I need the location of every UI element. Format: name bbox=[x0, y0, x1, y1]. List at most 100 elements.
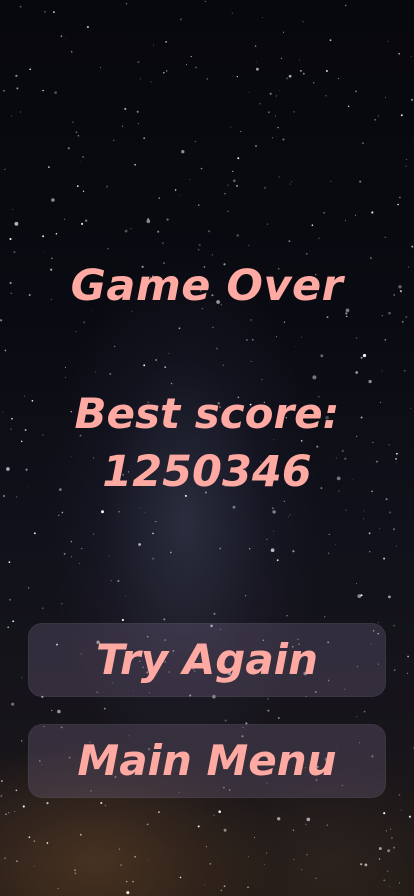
star bbox=[247, 886, 249, 889]
star bbox=[356, 716, 358, 718]
star bbox=[63, 218, 66, 220]
star bbox=[230, 126, 232, 128]
star bbox=[1, 794, 3, 796]
star bbox=[126, 891, 130, 895]
star bbox=[189, 179, 191, 181]
star bbox=[16, 860, 18, 862]
star bbox=[305, 823, 307, 825]
star bbox=[306, 853, 308, 856]
star bbox=[325, 70, 328, 72]
star bbox=[266, 852, 267, 854]
star bbox=[302, 21, 304, 23]
star bbox=[51, 198, 55, 202]
star bbox=[345, 509, 347, 511]
star bbox=[144, 511, 146, 513]
star bbox=[185, 64, 188, 66]
star bbox=[75, 331, 77, 332]
star bbox=[67, 147, 70, 150]
star bbox=[12, 209, 14, 210]
star bbox=[389, 511, 392, 514]
star bbox=[360, 594, 363, 597]
star bbox=[385, 96, 387, 98]
star bbox=[288, 515, 289, 517]
star bbox=[385, 830, 388, 832]
star bbox=[283, 321, 286, 323]
star bbox=[379, 527, 381, 529]
star bbox=[212, 326, 214, 329]
star bbox=[208, 230, 211, 233]
star bbox=[393, 624, 395, 627]
star bbox=[146, 219, 151, 224]
star bbox=[58, 514, 60, 517]
star bbox=[227, 210, 229, 212]
star bbox=[21, 676, 23, 678]
star bbox=[272, 510, 276, 514]
star bbox=[278, 89, 280, 91]
star bbox=[276, 136, 277, 138]
star bbox=[72, 121, 74, 124]
star bbox=[5, 813, 7, 815]
star bbox=[42, 235, 45, 238]
try-again-button[interactable]: Try Again bbox=[28, 623, 386, 697]
game-over-screen: Game Over Best score: 1250346 Try Again … bbox=[0, 0, 414, 896]
star bbox=[330, 180, 332, 182]
star bbox=[138, 543, 141, 546]
main-menu-button[interactable]: Main Menu bbox=[28, 724, 386, 798]
star bbox=[324, 616, 326, 618]
star bbox=[356, 583, 357, 584]
star bbox=[121, 125, 124, 127]
star bbox=[277, 817, 281, 821]
star bbox=[393, 893, 394, 894]
star bbox=[108, 555, 110, 557]
star bbox=[387, 849, 391, 853]
star bbox=[81, 222, 84, 225]
star bbox=[121, 618, 124, 622]
star bbox=[291, 181, 293, 183]
star bbox=[19, 111, 22, 113]
star bbox=[295, 346, 297, 347]
star bbox=[100, 67, 102, 69]
star bbox=[64, 366, 67, 368]
star bbox=[218, 810, 222, 814]
star bbox=[277, 126, 279, 129]
star bbox=[211, 254, 213, 256]
star bbox=[286, 615, 288, 617]
star bbox=[329, 39, 332, 42]
star bbox=[311, 224, 314, 227]
star bbox=[75, 131, 78, 134]
star bbox=[47, 166, 50, 169]
star bbox=[255, 145, 257, 147]
star bbox=[110, 580, 112, 582]
star bbox=[408, 815, 411, 818]
star bbox=[318, 237, 320, 239]
star bbox=[104, 804, 107, 807]
star bbox=[103, 707, 106, 710]
star bbox=[220, 889, 223, 892]
star bbox=[407, 672, 409, 674]
star bbox=[411, 245, 414, 248]
star bbox=[264, 864, 266, 866]
star bbox=[78, 562, 80, 565]
star bbox=[179, 18, 182, 21]
best-score-label: Best score: bbox=[74, 389, 340, 438]
star bbox=[130, 228, 132, 230]
star bbox=[254, 45, 257, 47]
star bbox=[126, 880, 128, 883]
star bbox=[174, 189, 177, 191]
star bbox=[244, 595, 247, 597]
star bbox=[179, 876, 182, 879]
star bbox=[280, 57, 283, 60]
star bbox=[93, 533, 95, 535]
star bbox=[227, 184, 229, 186]
star bbox=[57, 888, 59, 890]
star bbox=[259, 103, 261, 105]
star bbox=[273, 548, 275, 550]
star bbox=[335, 544, 336, 546]
star bbox=[323, 211, 326, 214]
star bbox=[305, 252, 308, 255]
star bbox=[357, 594, 362, 599]
star bbox=[377, 115, 380, 117]
star bbox=[223, 885, 226, 888]
star bbox=[270, 548, 275, 553]
star bbox=[393, 669, 396, 671]
